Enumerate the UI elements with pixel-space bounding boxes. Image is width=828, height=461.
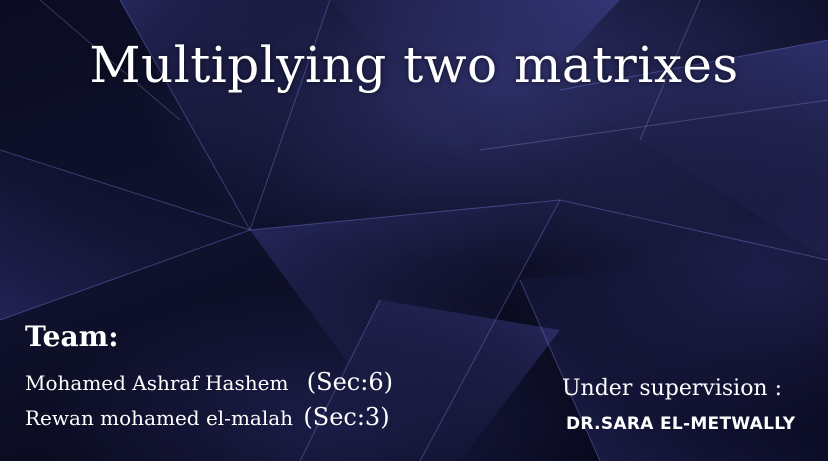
team-member: Mohamed Ashraf Hashem (Sec:6) — [25, 368, 393, 396]
member-name: Rewan mohamed el-malah — [25, 406, 294, 430]
member-name: Mohamed Ashraf Hashem — [25, 371, 289, 395]
member-section: (Sec:6) — [306, 368, 393, 396]
supervisor-name: DR.SARA EL-METWALLY — [566, 414, 796, 434]
slide-title: Multiplying two matrixes — [89, 36, 739, 94]
team-member: Rewan mohamed el-malah (Sec:3) — [25, 403, 390, 431]
member-section: (Sec:3) — [303, 403, 390, 431]
team-heading: Team: — [25, 320, 119, 353]
supervision-label: Under supervision : — [562, 376, 783, 401]
title-slide: Multiplying two matrixes Team: Mohamed A… — [0, 0, 828, 461]
